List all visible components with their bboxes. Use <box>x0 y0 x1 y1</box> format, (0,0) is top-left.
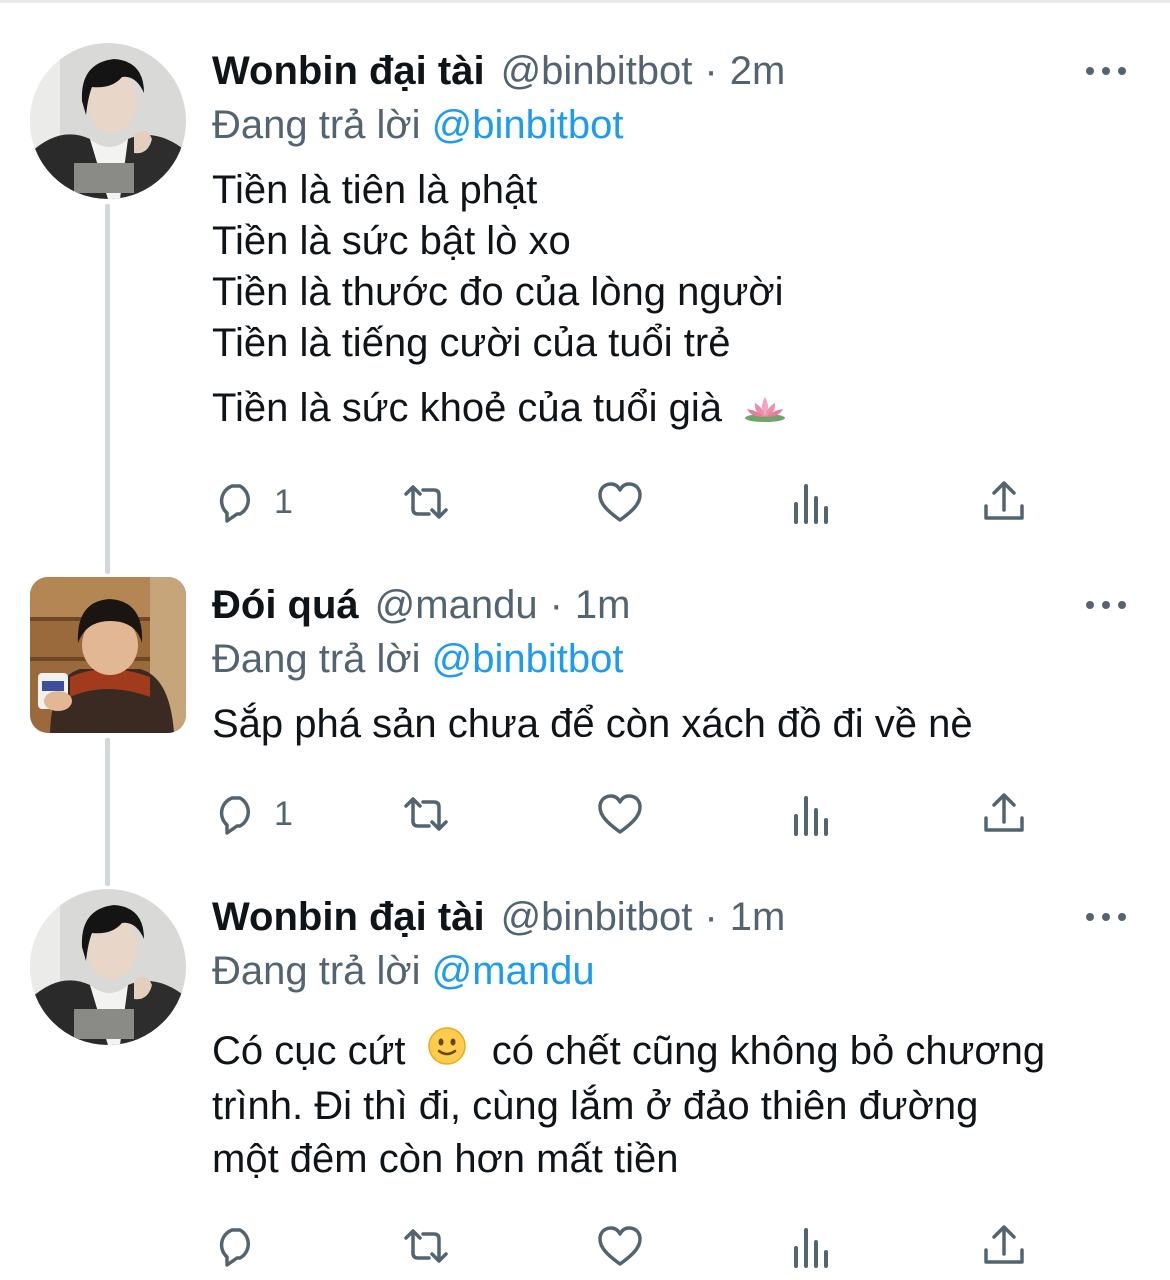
tweet-line: trình. Đi thì đi, cùng lắm ở đảo thiên đ… <box>212 1084 979 1129</box>
reply-to-handle[interactable]: @binbitbot <box>432 637 624 681</box>
top-divider <box>0 0 1170 3</box>
heart-icon <box>598 794 642 834</box>
retweet-icon <box>404 797 448 831</box>
reply-button[interactable]: 1 <box>212 474 293 530</box>
retweet-icon <box>404 1229 448 1263</box>
views-button[interactable] <box>788 786 836 842</box>
retweet-icon <box>404 485 448 519</box>
tweet-line-end: có chết cũng không bỏ chương <box>480 1029 1046 1073</box>
tweet-line: Tiền là sức khoẻ của tuổi già <box>212 386 723 430</box>
timestamp[interactable]: 1m <box>575 577 631 633</box>
share-icon <box>984 481 1024 520</box>
user-handle[interactable]: @binbitbot <box>501 889 693 945</box>
separator: · <box>704 49 718 93</box>
like-button[interactable] <box>596 786 644 842</box>
timestamp[interactable]: 1m <box>730 889 786 945</box>
reply-context: Đang trả lời @mandu <box>212 945 1130 997</box>
tweet-line-start: Có cục cứt <box>212 1029 406 1073</box>
analytics-icon <box>794 796 828 836</box>
like-button[interactable] <box>596 474 644 530</box>
reply-icon <box>219 484 250 523</box>
thread-connector <box>105 738 110 886</box>
retweet-button[interactable] <box>402 1218 450 1274</box>
smile-emoji <box>427 1026 467 1080</box>
tweet-line: Sắp phá sản chưa để còn xách đồ đi về nè <box>212 702 973 746</box>
tweet-header: Wonbin đại tài @binbitbot · 1m <box>212 889 1130 945</box>
display-name[interactable]: Đói quá <box>212 577 359 633</box>
display-name[interactable]: Wonbin đại tài <box>212 889 485 945</box>
separator: · <box>704 895 718 939</box>
share-button[interactable] <box>980 1218 1028 1274</box>
analytics-icon <box>794 1228 828 1268</box>
share-icon <box>984 793 1024 832</box>
tweet-actions <box>212 1218 1042 1274</box>
retweet-button[interactable] <box>402 786 450 842</box>
tweet-line: một đêm còn hơn mất tiền <box>212 1137 679 1182</box>
avatar-image <box>30 577 186 733</box>
reply-context: Đang trả lời @binbitbot <box>212 99 1130 151</box>
tweet-actions: 1 <box>212 474 1042 530</box>
user-handle[interactable]: @mandu <box>375 577 538 633</box>
tweet-text: Có cục cứt có chết cũng không bỏ chương … <box>212 1025 1130 1186</box>
lotus-emoji <box>743 385 787 436</box>
tweet-header: Đói quá @mandu · 1m <box>212 577 1130 633</box>
reply-prefix: Đang trả lời <box>212 949 421 993</box>
display-name[interactable]: Wonbin đại tài <box>212 43 485 99</box>
share-button[interactable] <box>980 786 1028 842</box>
reply-button[interactable] <box>212 1218 260 1274</box>
tweet-text: Sắp phá sản chưa để còn xách đồ đi về nè <box>212 699 1130 750</box>
tweet-line-with-emoji: Có cục cứt có chết cũng không bỏ chương <box>212 1025 1130 1080</box>
heart-icon <box>598 482 642 522</box>
reply-button[interactable]: 1 <box>212 786 293 842</box>
avatar[interactable] <box>30 577 186 733</box>
tweet-text: Tiền là tiên là phật Tiền là sức bật lò … <box>212 165 1130 436</box>
tweet-line: Tiền là sức bật lò xo <box>212 219 571 263</box>
avatar[interactable] <box>30 889 186 1045</box>
reply-icon <box>219 1228 250 1267</box>
retweet-button[interactable] <box>402 474 450 530</box>
like-button[interactable] <box>596 1218 644 1274</box>
more-icon[interactable] <box>1086 901 1126 933</box>
heart-icon <box>598 1226 642 1266</box>
user-handle[interactable]: @binbitbot <box>501 43 693 99</box>
separator: · <box>549 583 563 627</box>
analytics-icon <box>794 484 828 524</box>
reply-icon <box>219 796 250 835</box>
avatar[interactable] <box>30 43 186 199</box>
reply-prefix: Đang trả lời <box>212 103 421 147</box>
tweet-actions: 1 <box>212 786 1042 842</box>
avatar-image <box>30 43 186 199</box>
share-button[interactable] <box>980 474 1028 530</box>
tweet-line-with-emoji: Tiền là sức khoẻ của tuổi già <box>212 383 1130 436</box>
avatar-image <box>30 889 186 1045</box>
thread-connector <box>105 204 110 574</box>
more-icon[interactable] <box>1086 589 1126 621</box>
views-button[interactable] <box>788 1218 836 1274</box>
reply-to-handle[interactable]: @mandu <box>432 949 595 993</box>
reply-count: 1 <box>274 794 293 833</box>
more-icon[interactable] <box>1086 55 1126 87</box>
tweet-line: Tiền là thước đo của lòng người <box>212 270 784 314</box>
reply-to-handle[interactable]: @binbitbot <box>432 103 624 147</box>
tweet-line: Tiền là tiên là phật <box>212 168 538 212</box>
tweet-line: Tiền là tiếng cười của tuổi trẻ <box>212 321 731 365</box>
reply-count: 1 <box>274 482 293 521</box>
reply-prefix: Đang trả lời <box>212 637 421 681</box>
views-button[interactable] <box>788 474 836 530</box>
reply-context: Đang trả lời @binbitbot <box>212 633 1130 685</box>
timestamp[interactable]: 2m <box>730 43 786 99</box>
tweet-header: Wonbin đại tài @binbitbot · 2m <box>212 43 1130 99</box>
share-icon <box>984 1225 1024 1264</box>
